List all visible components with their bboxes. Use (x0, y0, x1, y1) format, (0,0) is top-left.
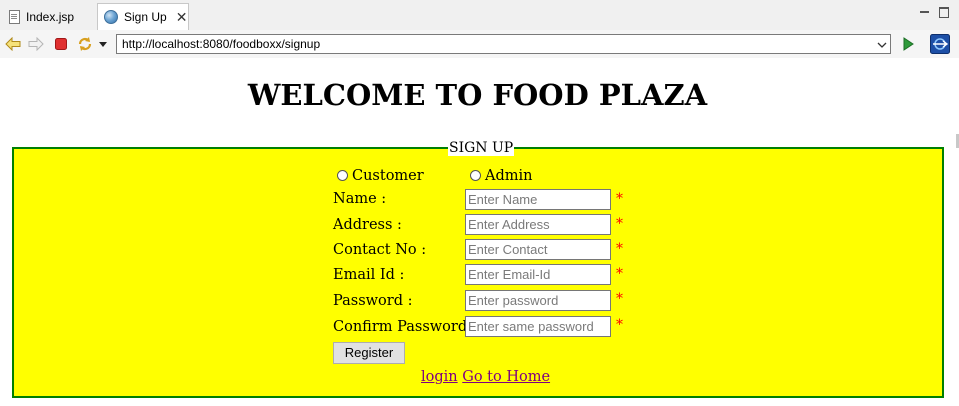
address-input[interactable]: Enter Address (465, 214, 611, 235)
go-icon[interactable] (899, 35, 917, 53)
footer-links: login Go to Home (421, 366, 550, 388)
customer-radio-label: Customer (352, 168, 424, 184)
fieldset-legend: SIGN UP (448, 140, 515, 156)
contact-input[interactable]: Enter Contact (465, 239, 611, 260)
admin-radio[interactable] (470, 170, 481, 181)
email-label: Email Id : (333, 267, 405, 283)
go-to-home-link[interactable]: Go to Home (462, 369, 550, 385)
forward-arrow-icon[interactable] (27, 35, 45, 53)
url-input[interactable]: http://localhost:8080/foodboxx/signup (116, 34, 891, 54)
globe-icon (104, 10, 118, 24)
contact-label: Contact No : (333, 242, 427, 258)
tab-label: Index.jsp (26, 9, 75, 24)
email-input[interactable]: Enter Email-Id (465, 264, 611, 285)
tab-sign-up[interactable]: Sign Up ✕ (97, 3, 189, 30)
confirm-password-input[interactable]: Enter same password (465, 316, 611, 337)
required-mark: * (616, 317, 623, 333)
page-heading: WELCOME TO FOOD PLAZA (247, 78, 708, 112)
url-text: http://localhost:8080/foodboxx/signup (122, 37, 321, 51)
customer-radio[interactable] (337, 170, 348, 181)
stop-icon[interactable] (52, 35, 70, 53)
required-mark: * (616, 216, 623, 232)
required-mark: * (616, 241, 623, 257)
login-link[interactable]: login (421, 369, 458, 385)
password-label: Password : (333, 293, 413, 309)
name-input[interactable]: Enter Name (465, 189, 611, 210)
confirm-password-label: Confirm Password : (333, 319, 477, 335)
name-label: Name : (333, 191, 387, 207)
refresh-icon[interactable] (76, 35, 94, 53)
password-input[interactable]: Enter password (465, 290, 611, 311)
address-label: Address : (333, 217, 402, 233)
required-mark: * (616, 291, 623, 307)
required-mark: * (616, 191, 623, 207)
back-arrow-icon[interactable] (4, 35, 22, 53)
history-dropdown-icon[interactable] (94, 35, 112, 53)
required-mark: * (616, 266, 623, 282)
window-controls (920, 7, 949, 18)
jsp-file-icon (9, 9, 20, 24)
close-tab-icon[interactable]: ✕ (176, 10, 188, 24)
tab-index-jsp[interactable]: Index.jsp (3, 3, 97, 30)
register-button[interactable]: Register (333, 342, 405, 364)
external-browser-icon[interactable] (929, 33, 950, 54)
maximize-icon[interactable] (939, 7, 949, 18)
signup-fieldset: SIGN UP Customer Admin Name : Enter Name… (12, 140, 944, 398)
minimize-icon[interactable] (920, 7, 929, 16)
admin-radio-label: Admin (485, 168, 533, 184)
chevron-down-icon[interactable] (877, 37, 887, 55)
tab-label: Sign Up (124, 10, 167, 24)
editor-tab-bar: Index.jsp Sign Up ✕ (0, 0, 959, 30)
page-content: WELCOME TO FOOD PLAZA SIGN UP Customer A… (0, 58, 959, 406)
browser-toolbar: http://localhost:8080/foodboxx/signup (0, 30, 959, 58)
